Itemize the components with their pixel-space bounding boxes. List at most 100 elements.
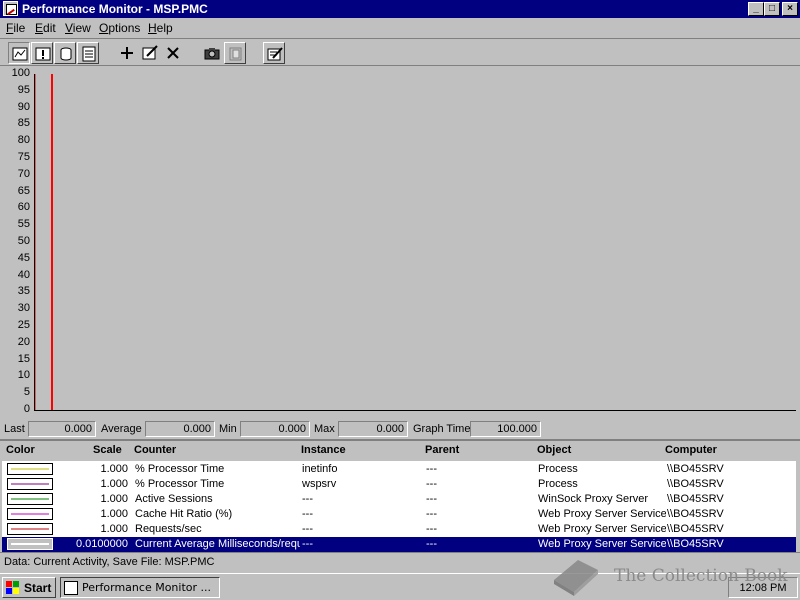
legend-header-instance[interactable]: Instance	[301, 444, 346, 456]
min-label: Min	[219, 423, 237, 435]
legend-header-parent[interactable]: Parent	[425, 444, 459, 456]
value-bar: Last 0.000 Average 0.000 Min 0.000 Max 0…	[0, 419, 800, 439]
legend-cell-instance: ---	[302, 508, 313, 520]
options-icon[interactable]	[263, 42, 285, 64]
menu-bar: File Edit View Options Help	[0, 19, 800, 38]
app-icon[interactable]	[3, 1, 18, 16]
legend-cell-object: Process	[538, 478, 578, 490]
legend-cell-object: WinSock Proxy Server	[538, 493, 649, 505]
series-layer	[35, 74, 36, 410]
color-swatch	[7, 463, 53, 475]
delete-counter-icon[interactable]	[162, 42, 184, 64]
color-swatch	[7, 493, 53, 505]
legend-row[interactable]: 1.000 % Processor Time wspsrv --- Process \\B…	[2, 477, 796, 492]
graph-time-label: Graph Time	[413, 423, 471, 435]
legend-cell-instance: ---	[302, 493, 313, 505]
legend-header-scale[interactable]: Scale	[93, 444, 122, 456]
legend-cell-counter: Cache Hit Ratio (%)	[135, 508, 233, 520]
color-swatch	[7, 478, 53, 490]
legend-header-color[interactable]: Color	[6, 444, 35, 456]
y-tick-label: 45	[17, 251, 30, 264]
legend-row[interactable]: 1.000 Active Sessions --- --- WinSock Proxy …	[2, 492, 796, 507]
min-value: 0.000	[240, 421, 310, 437]
minimize-button[interactable]: _	[748, 2, 764, 16]
title-bar[interactable]: Performance Monitor - MSP.PMC _ □ ×	[0, 0, 800, 18]
log-view-icon[interactable]	[54, 42, 76, 64]
taskbar-item-performance-monitor[interactable]: Performance Monitor ...	[60, 577, 220, 598]
legend-cell-computer: \\BO45SRV	[667, 508, 724, 520]
legend-cell-object: Web Proxy Server Service	[538, 508, 666, 520]
edit-counter-icon[interactable]	[139, 42, 161, 64]
legend-header-computer[interactable]: Computer	[665, 444, 717, 456]
average-value: 0.000	[145, 421, 215, 437]
y-tick-label: 50	[17, 235, 30, 247]
legend-cell-scale: 1.000	[100, 463, 128, 475]
legend-cell-counter: Current Average Milliseconds/requ	[135, 538, 300, 550]
legend-cell-instance: inetinfo	[302, 463, 338, 475]
legend-row[interactable]: 1.000 Requests/sec --- --- Web Proxy Server …	[2, 522, 796, 537]
legend-cell-parent: ---	[426, 493, 437, 505]
legend-cell-parent: ---	[426, 478, 437, 490]
menu-view[interactable]: View	[65, 21, 91, 35]
legend-cell-scale: 1.000	[100, 523, 128, 535]
close-button[interactable]: ×	[782, 2, 798, 16]
color-swatch	[7, 538, 53, 550]
legend-cell-parent: ---	[426, 508, 437, 520]
y-tick-label: 100	[11, 67, 30, 79]
legend-cell-object: Web Proxy Server Service	[538, 538, 666, 550]
legend-cell-parent: ---	[426, 523, 437, 535]
status-bar: Data: Current Activity, Save File: MSP.P…	[0, 552, 800, 572]
legend-header-object[interactable]: Object	[537, 444, 571, 456]
legend-cell-object: Web Proxy Server Service	[538, 523, 666, 535]
start-label: Start	[24, 581, 52, 595]
clock[interactable]: 12:08 PM	[739, 582, 786, 594]
legend-cell-object: Process	[538, 463, 578, 475]
legend-cell-computer: \\BO45SRV	[667, 493, 724, 505]
y-tick-label: 80	[17, 134, 30, 147]
menu-help[interactable]: Help	[148, 21, 173, 35]
chart-view-icon[interactable]	[8, 42, 30, 64]
report-view-icon[interactable]	[77, 42, 99, 64]
legend-header-counter[interactable]: Counter	[134, 444, 176, 456]
legend-cell-scale: 1.000	[100, 493, 128, 505]
y-tick-label: 55	[17, 218, 30, 231]
legend-cell-scale: 1.000	[100, 478, 128, 490]
max-value: 0.000	[338, 421, 408, 437]
legend-cell-counter: % Processor Time	[135, 463, 225, 475]
plot-area	[34, 74, 796, 411]
y-tick-label: 75	[17, 151, 30, 163]
menu-options[interactable]: Options	[99, 21, 140, 35]
legend-cell-parent: ---	[426, 538, 437, 550]
y-tick-label: 85	[17, 117, 30, 130]
start-button[interactable]: Start	[2, 577, 56, 598]
menu-file[interactable]: File	[6, 21, 25, 35]
max-label: Max	[314, 423, 335, 435]
system-tray: 12:08 PM	[728, 577, 798, 598]
graph-time-value: 100.000	[470, 421, 541, 437]
window-title: Performance Monitor - MSP.PMC	[22, 2, 208, 16]
add-counter-icon[interactable]	[116, 42, 138, 64]
y-tick-label: 15	[17, 352, 30, 365]
y-tick-label: 30	[17, 302, 30, 315]
y-tick-label: 40	[17, 268, 30, 281]
legend-row[interactable]: 1.000 % Processor Time inetinfo --- Process \…	[2, 462, 796, 477]
y-tick-label: 25	[17, 319, 30, 331]
legend-cell-computer: \\BO45SRV	[667, 478, 724, 490]
bookmark-icon[interactable]	[224, 42, 246, 64]
y-tick-label: 20	[17, 335, 30, 348]
legend-row[interactable]: 1.000 Cache Hit Ratio (%) --- --- Web Proxy …	[2, 507, 796, 522]
legend-cell-parent: ---	[426, 463, 437, 475]
alert-view-icon[interactable]	[31, 42, 53, 64]
legend-cell-computer: \\BO45SRV	[667, 538, 724, 550]
snapshot-icon[interactable]	[201, 42, 223, 64]
color-swatch	[7, 523, 53, 535]
legend-list[interactable]: 1.000 % Processor Time inetinfo --- Process \…	[2, 461, 796, 552]
legend-row[interactable]: 0.0100000 Current Average Milliseconds/re…	[2, 537, 796, 552]
y-tick-label: 0	[23, 403, 30, 415]
y-tick-label: 95	[17, 83, 30, 96]
legend-cell-counter: Requests/sec	[135, 523, 202, 535]
menu-edit[interactable]: Edit	[35, 21, 56, 35]
chart-area: 100 95 90 85 80 75 70 65 60 55 50 45 40 35 30 25 20 15 10 5…	[0, 66, 800, 419]
restore-button[interactable]: □	[764, 2, 780, 16]
windows-logo-icon	[6, 581, 19, 594]
